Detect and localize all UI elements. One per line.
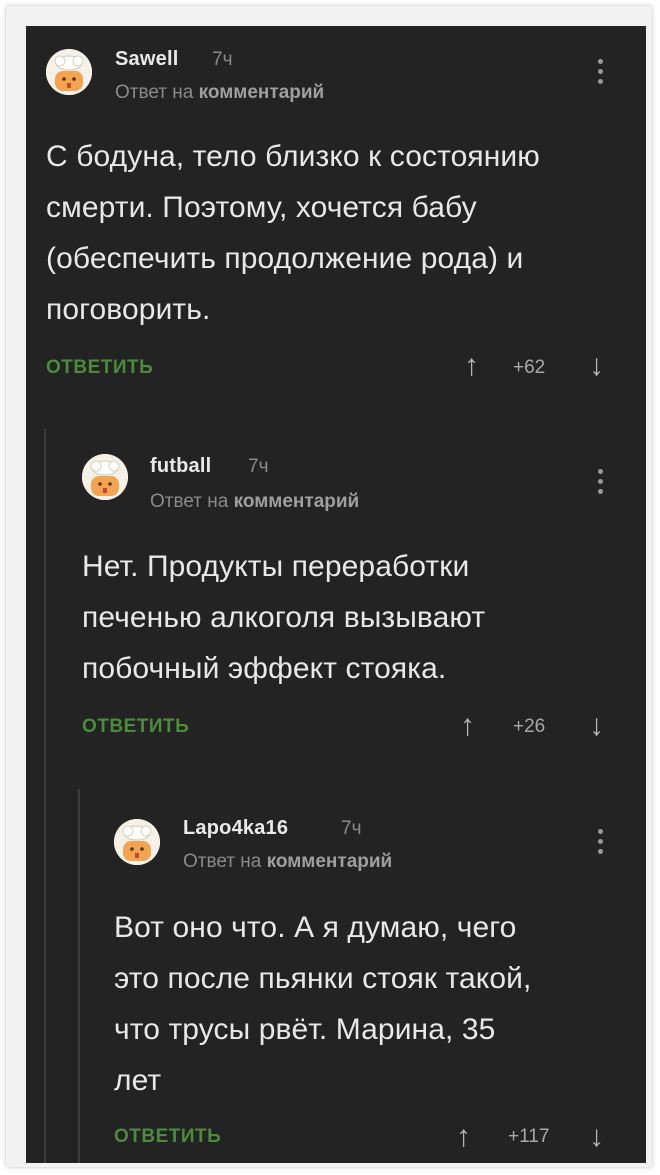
comment-line: это после пьянки стояк такой, xyxy=(114,962,532,995)
chef-avatar-icon xyxy=(114,819,160,865)
rating-value: +117 xyxy=(508,1126,550,1147)
comment-line: Вот оно что. А я думаю, чего xyxy=(114,911,517,944)
comment-time: 7ч xyxy=(341,818,362,839)
reply-to-target[interactable]: комментарий xyxy=(267,851,393,872)
comment-body: Вот оно что. А я думаю, чего это после п… xyxy=(114,902,531,1106)
arrow-down-icon[interactable]: ↓ xyxy=(589,1122,604,1152)
comment: Lapo4ka16 7ч Ответ на комментарий Вот он… xyxy=(26,26,646,1163)
reply-to-prefix: Ответ на xyxy=(183,851,262,872)
comments-screen: Sawell 7ч Ответ на комментарий С бодуна,… xyxy=(26,26,646,1163)
screenshot-frame: Sawell 7ч Ответ на комментарий С бодуна,… xyxy=(6,6,652,1167)
username[interactable]: Lapo4ka16 xyxy=(183,817,288,840)
reply-button[interactable]: ОТВЕТИТЬ xyxy=(114,1126,221,1148)
arrow-up-icon[interactable]: ↑ xyxy=(456,1122,471,1152)
more-options-icon[interactable] xyxy=(596,829,604,859)
reply-to-label[interactable]: Ответ на комментарий xyxy=(183,851,392,873)
comment-line: что трусы рвёт. Марина, 35 xyxy=(114,1013,496,1046)
avatar[interactable] xyxy=(114,819,160,865)
comment-line: лет xyxy=(114,1064,162,1097)
